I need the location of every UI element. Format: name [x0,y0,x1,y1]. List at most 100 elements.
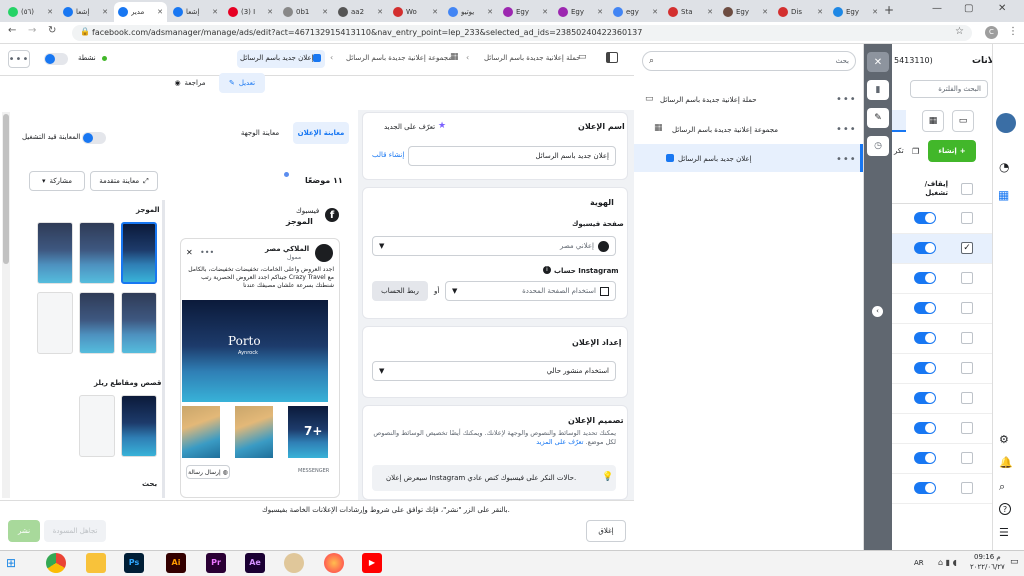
tab-close-icon[interactable]: ✕ [487,8,493,16]
tray-icons[interactable]: ⌂ ▮ ◖ [938,558,957,567]
maximize-button[interactable]: ▢ [964,3,973,14]
table-row[interactable] [892,204,992,234]
pencil-icon[interactable]: ✎ [867,108,889,128]
notifications-icon[interactable]: 🔔 [999,456,1013,469]
ad-setup-select[interactable]: ▼ استخدام منشور حالي [372,361,616,381]
tree-more-icon[interactable]: ••• [836,124,857,135]
learn-more-link[interactable]: تعرّف على المزيد [536,438,583,446]
settings-icon[interactable]: ⚙ [999,433,1009,446]
illustrator-icon[interactable]: Ai [166,553,186,573]
create-button[interactable]: إنشاء + [928,140,976,162]
search-icon[interactable]: ⌕ [999,480,1005,494]
discard-draft-button[interactable]: تجاهل المسودة [44,520,106,542]
tree-adset-label[interactable]: مجموعة إعلانية جديدة باسم الرسائل [672,126,778,134]
create-template-link[interactable]: إنشاء قالب [372,151,404,159]
close-panel-button[interactable]: ✕ [867,52,889,72]
chrome-icon[interactable] [46,553,66,573]
ig-account-select[interactable]: ▼ استخدام الصفحة المحددة [445,281,616,301]
browser-tab[interactable]: (3) I ✕ [224,2,277,22]
windows-start-icon[interactable]: ⊞ [6,556,16,570]
browser-tab[interactable]: Egy ✕ [554,2,607,22]
crumb-campaign-label[interactable]: حملة إعلانية جديدة باسم الرسائل [484,54,581,62]
ad-name-input[interactable]: إعلان جديد باسم الرسائل [408,146,616,166]
live-preview-toggle[interactable] [82,132,106,144]
placement-thumbnail[interactable] [79,222,115,284]
url-field[interactable]: facebook.com/adsmanager/manage/ads/edit?… [72,25,972,41]
select-all-checkbox[interactable] [961,183,973,195]
minimize-button[interactable]: — [932,3,942,14]
browser-menu-icon[interactable]: ⋮ [1008,26,1018,37]
browser-tab[interactable]: 0b1 ✕ [279,2,332,22]
sidebar-toggle-icon[interactable] [606,52,618,63]
tab-close-icon[interactable]: ✕ [377,8,383,16]
bug-report-icon[interactable]: ☰ [999,526,1009,539]
placement-thumbnail[interactable] [121,222,157,284]
tab-close-icon[interactable]: ✕ [432,8,438,16]
tree-search-input[interactable]: ⌕ بحث [642,51,856,71]
forward-icon[interactable]: → [28,25,36,36]
table-row[interactable] [892,444,992,474]
browser-tab[interactable]: إشعا ✕ [59,2,112,22]
expand-arrow-icon[interactable]: ‹ [872,306,883,317]
table-row[interactable] [892,474,992,504]
status-toggle[interactable] [44,53,68,65]
notification-center-icon[interactable]: ▭ [1010,557,1019,567]
tab-close-icon[interactable]: ✕ [707,8,713,16]
placement-thumbnail[interactable] [37,292,73,354]
placement-thumbnail[interactable] [121,395,157,457]
tab-close-icon[interactable]: ✕ [542,8,548,16]
send-message-button[interactable]: إرسال رسالة ◍ [186,465,230,479]
row-checkbox[interactable] [961,482,973,494]
browser-tab[interactable]: مدير ✕ [114,2,167,22]
ad-on-off-toggle[interactable] [914,332,936,344]
table-row[interactable] [892,384,992,414]
help-icon[interactable]: ? [999,503,1011,515]
right-search-input[interactable]: البحث والفلترة [910,80,988,98]
ad-on-off-toggle[interactable] [914,422,936,434]
table-row[interactable] [892,324,992,354]
publish-button[interactable]: نشر [8,520,40,542]
tab-close-icon[interactable]: ✕ [47,8,53,16]
tab-close-icon[interactable]: ✕ [652,8,658,16]
tab-close-icon[interactable]: ✕ [157,8,163,16]
browser-tab[interactable]: Egy ✕ [499,2,552,22]
ad-on-off-toggle[interactable] [914,302,936,314]
info-icon[interactable]: i [543,266,551,274]
tab-close-icon[interactable]: ✕ [597,8,603,16]
tab-close-icon[interactable]: ✕ [322,8,328,16]
youtube-icon[interactable]: ▶ [362,553,382,573]
ad-on-off-toggle[interactable] [914,482,936,494]
ad-on-off-toggle[interactable] [914,392,936,404]
browser-tab[interactable]: Sta ✕ [664,2,717,22]
advanced-preview-button[interactable]: معاينة متقدمة ⤢ [90,171,158,191]
photoshop-icon[interactable]: Ps [124,553,144,573]
edit-button[interactable]: ✎ تعديل [219,73,265,93]
table-row[interactable] [892,294,992,324]
close-window-button[interactable]: ✕ [998,3,1006,14]
tree-more-icon[interactable]: ••• [836,154,857,165]
bookmark-star-icon[interactable]: ☆ [955,26,964,37]
account-avatar[interactable] [996,113,1016,133]
tab-close-icon[interactable]: ✕ [872,8,878,16]
new-tab-button[interactable]: + [880,3,898,19]
browser-tab[interactable]: يوتيو ✕ [444,2,497,22]
tab-ad-preview[interactable]: معاينة الإعلان [293,122,349,144]
placement-thumbnail[interactable] [79,395,115,457]
row-checkbox[interactable] [961,272,973,284]
row-checkbox[interactable] [961,452,973,464]
row-checkbox[interactable] [961,422,973,434]
firefox-icon[interactable] [324,553,344,573]
browser-tab[interactable]: Egy ✕ [829,2,882,22]
tab-close-icon[interactable]: ✕ [212,8,218,16]
browser-tab[interactable]: Egy ✕ [719,2,772,22]
close-editor-button[interactable]: إغلاق [586,520,626,542]
tab-close-icon[interactable]: ✕ [762,8,768,16]
keyboard-language[interactable]: AR [914,559,924,567]
placement-thumbnail[interactable] [37,222,73,284]
table-row[interactable] [892,354,992,384]
ad-on-off-toggle[interactable] [914,212,936,224]
share-button[interactable]: ▾ مشاركة [29,171,85,191]
tree-ad-label[interactable]: إعلان جديد باسم الرسائل [678,155,752,163]
history-icon[interactable]: ◷ [867,136,889,156]
crumb-adset-label[interactable]: مجموعة إعلانية جديدة باسم الرسائل [346,54,452,62]
